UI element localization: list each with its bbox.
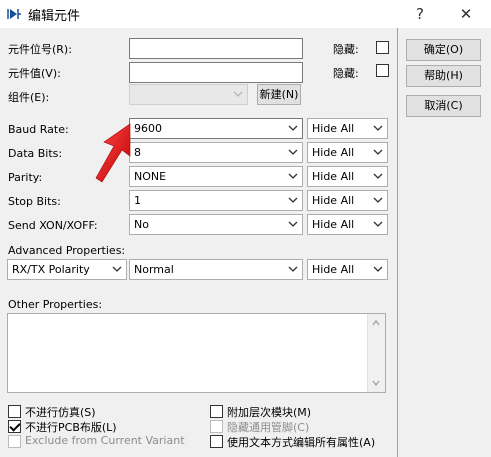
- chevron-down-icon: [233, 91, 243, 97]
- scrollbar[interactable]: [367, 314, 385, 392]
- property-label: Stop Bits:: [8, 195, 61, 208]
- window-title: 编辑元件: [28, 9, 81, 24]
- property-value-select[interactable]: 8: [129, 142, 303, 163]
- chevron-down-icon: [373, 125, 383, 131]
- advanced-property-select[interactable]: RX/TX Polarity: [7, 259, 127, 280]
- group-label: 组件(E):: [8, 91, 50, 104]
- chevron-down-icon: [373, 221, 383, 227]
- chevron-down-icon: [288, 173, 298, 179]
- other-properties-textarea[interactable]: [7, 313, 386, 393]
- option-checkbox[interactable]: [8, 420, 21, 433]
- value-input[interactable]: [129, 62, 303, 83]
- option-label: 不进行仿真(S): [25, 406, 96, 419]
- option-label: 不进行PCB布版(L): [25, 421, 117, 434]
- chevron-down-icon: [288, 149, 298, 155]
- chevron-down-icon: [288, 125, 298, 131]
- scroll-down-icon[interactable]: [371, 378, 381, 388]
- chevron-down-icon: [288, 197, 298, 203]
- chevron-down-icon: [373, 173, 383, 179]
- property-label: Baud Rate:: [8, 123, 69, 136]
- property-label: Parity:: [8, 171, 43, 184]
- chevron-down-icon: [373, 149, 383, 155]
- chevron-down-icon: [112, 266, 122, 272]
- scroll-up-icon[interactable]: [371, 318, 381, 328]
- value-label: 元件值(V):: [8, 67, 61, 80]
- chevron-down-icon: [288, 221, 298, 227]
- help-icon[interactable]: ?: [400, 0, 440, 28]
- property-visibility-select[interactable]: Hide All: [307, 190, 388, 211]
- designator-label: 元件位号(R):: [8, 43, 72, 56]
- property-value-select[interactable]: NONE: [129, 166, 303, 187]
- option-label: 隐藏通用管脚(C): [227, 421, 310, 434]
- designator-hidden-checkbox[interactable]: [376, 41, 389, 54]
- option-label: 附加层次模块(M): [227, 406, 312, 419]
- option-checkbox[interactable]: [210, 405, 223, 418]
- property-value-select[interactable]: No: [129, 214, 303, 235]
- hidden-label-2: 隐藏:: [333, 67, 359, 80]
- property-visibility-select[interactable]: Hide All: [307, 142, 388, 163]
- designator-input[interactable]: [129, 38, 303, 59]
- group-select: [129, 84, 248, 105]
- app-icon: [7, 9, 21, 19]
- option-label: 使用文本方式编辑所有属性(A): [227, 436, 376, 449]
- property-visibility-select[interactable]: Hide All: [307, 118, 388, 139]
- property-value-select[interactable]: 1: [129, 190, 303, 211]
- property-value-select[interactable]: 9600: [129, 118, 303, 139]
- help-button[interactable]: 帮助(H): [406, 65, 481, 87]
- option-checkbox: [8, 435, 21, 448]
- property-visibility-select[interactable]: Hide All: [307, 166, 388, 187]
- value-hidden-checkbox[interactable]: [376, 64, 389, 77]
- chevron-down-icon: [373, 266, 383, 272]
- new-group-button[interactable]: 新建(N): [257, 84, 301, 105]
- annotation-arrow: [95, 123, 131, 183]
- hidden-label-1: 隐藏:: [333, 43, 359, 56]
- property-visibility-select[interactable]: Hide All: [307, 214, 388, 235]
- chevron-down-icon: [373, 197, 383, 203]
- option-checkbox[interactable]: [210, 435, 223, 448]
- chevron-down-icon: [288, 266, 298, 272]
- advanced-visibility-select[interactable]: Hide All: [307, 259, 388, 280]
- ok-button[interactable]: 确定(O): [406, 39, 481, 61]
- option-checkbox[interactable]: [8, 405, 21, 418]
- other-properties-label: Other Properties:: [8, 298, 103, 311]
- property-label: Data Bits:: [8, 147, 63, 160]
- advanced-value-select[interactable]: Normal: [129, 259, 303, 280]
- cancel-button[interactable]: 取消(C): [406, 95, 481, 117]
- close-icon[interactable]: ✕: [446, 0, 486, 28]
- option-label: Exclude from Current Variant: [25, 434, 185, 447]
- advanced-properties-label: Advanced Properties:: [8, 244, 126, 257]
- option-checkbox: [210, 420, 223, 433]
- property-label: Send XON/XOFF:: [8, 219, 98, 232]
